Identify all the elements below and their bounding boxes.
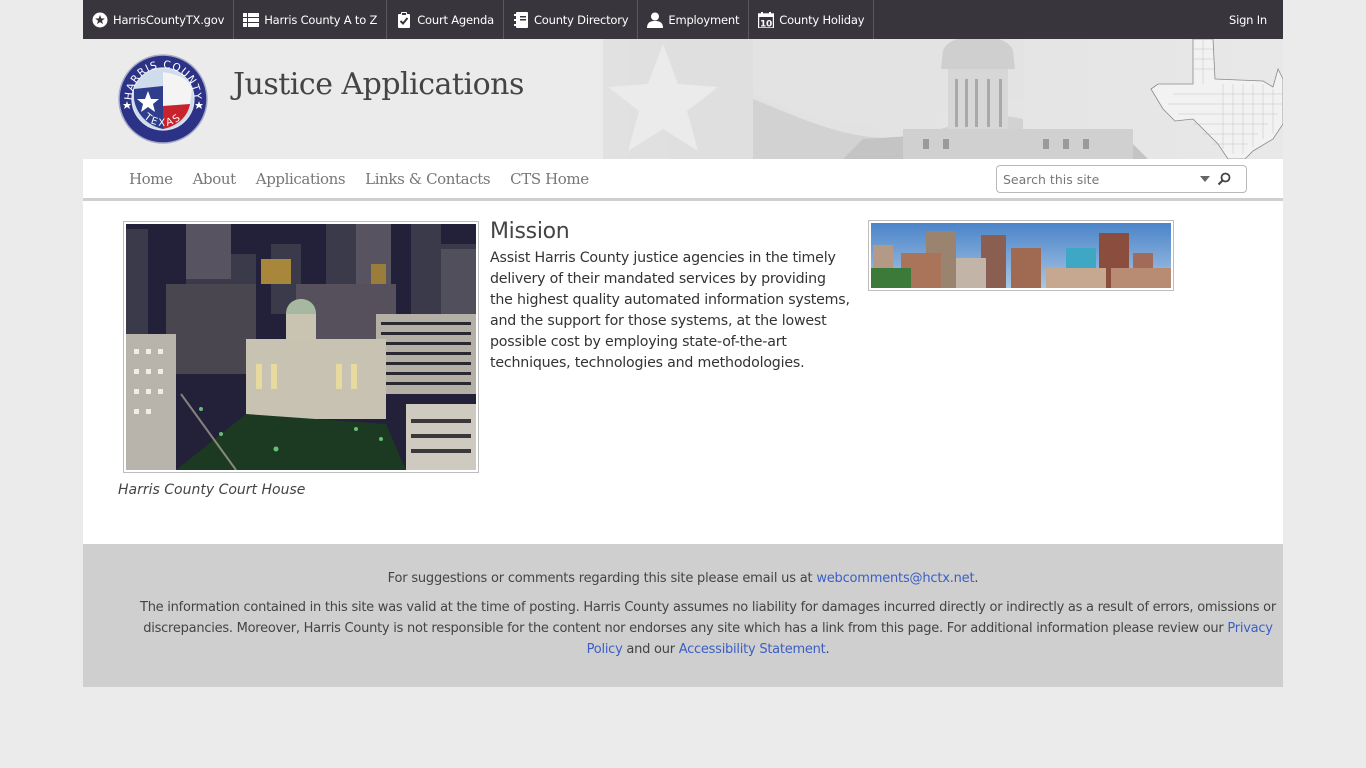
star-circle-icon <box>92 12 108 28</box>
skyline-photo <box>868 220 1174 291</box>
search-box <box>996 165 1247 193</box>
sign-in-link[interactable]: Sign In <box>1220 0 1276 39</box>
footer-contact-text: For suggestions or comments regarding th… <box>387 571 817 586</box>
disclaimer-connector: and our <box>622 642 679 657</box>
topbar-link-employment[interactable]: Employment <box>638 0 750 39</box>
downtown-skyline-image <box>871 223 1171 288</box>
courthouse-photo <box>123 221 479 473</box>
caret-down-icon <box>1200 176 1210 182</box>
top-navigation: Home About Applications Links & Contacts… <box>83 159 1283 201</box>
search-icon <box>1217 172 1231 186</box>
page: HarrisCountyTX.gov Harris County A to Z … <box>83 0 1283 687</box>
topbar-link-county-holiday[interactable]: 10 County Holiday <box>749 0 875 39</box>
topbar-link-court-agenda[interactable]: Court Agenda <box>387 0 504 39</box>
calendar-icon: 10 <box>758 11 775 28</box>
photo-caption: Harris County Court House <box>118 482 306 498</box>
topbar-link-label: HarrisCountyTX.gov <box>113 12 225 27</box>
mission-text: Assist Harris County justice agencies in… <box>490 250 850 371</box>
disclaimer-text: The information contained in this site w… <box>140 600 1276 636</box>
site-title[interactable]: Justice Applications <box>233 67 524 102</box>
harris-county-seal-logo[interactable]: HARRIS COUNTY TEXAS <box>118 54 208 144</box>
address-book-icon <box>513 11 529 28</box>
svg-text:10: 10 <box>760 19 772 28</box>
mission-section: Mission Assist Harris County justice age… <box>490 219 850 374</box>
topbar-link-label: Court Agenda <box>417 12 494 27</box>
main-content: Harris County Court House Mission Assist… <box>83 201 1283 544</box>
footer-contact-line: For suggestions or comments regarding th… <box>83 571 1283 586</box>
search-button[interactable] <box>1214 169 1234 189</box>
accessibility-statement-link[interactable]: Accessibility Statement <box>679 642 826 657</box>
banner-background-art <box>603 39 1283 159</box>
nav-item-home[interactable]: Home <box>119 170 183 188</box>
topbar-link-harriscountytx[interactable]: HarrisCountyTX.gov <box>83 0 235 39</box>
search-input[interactable] <box>997 171 1192 187</box>
top-bar: HarrisCountyTX.gov Harris County A to Z … <box>83 0 1283 39</box>
site-banner: HARRIS COUNTY TEXAS Justice Applications <box>83 39 1283 159</box>
footer: For suggestions or comments regarding th… <box>83 544 1283 687</box>
list-icon <box>243 12 260 28</box>
topbar-link-label: County Holiday <box>779 12 865 27</box>
search-scope-dropdown[interactable] <box>1196 170 1214 188</box>
nav-item-about[interactable]: About <box>183 170 246 188</box>
nav-item-cts-home[interactable]: CTS Home <box>500 170 599 188</box>
topbar-link-a-to-z[interactable]: Harris County A to Z <box>234 0 388 39</box>
topbar-link-label: County Directory <box>533 12 629 27</box>
footer-punctuation: . <box>825 642 830 657</box>
topbar-link-label: Harris County A to Z <box>264 12 378 27</box>
footer-disclaimer: The information contained in this site w… <box>138 597 1278 660</box>
nav-item-applications[interactable]: Applications <box>246 170 355 188</box>
footer-punctuation: . <box>974 571 979 586</box>
clipboard-check-icon <box>396 11 412 28</box>
courthouse-night-image <box>126 224 476 470</box>
topbar-link-label: Employment <box>668 12 740 27</box>
topbar-link-county-directory[interactable]: County Directory <box>504 0 639 39</box>
email-link[interactable]: webcomments@hctx.net <box>816 571 974 586</box>
mission-heading: Mission <box>490 219 570 244</box>
nav-item-links-contacts[interactable]: Links & Contacts <box>355 170 500 188</box>
person-icon <box>647 12 664 28</box>
